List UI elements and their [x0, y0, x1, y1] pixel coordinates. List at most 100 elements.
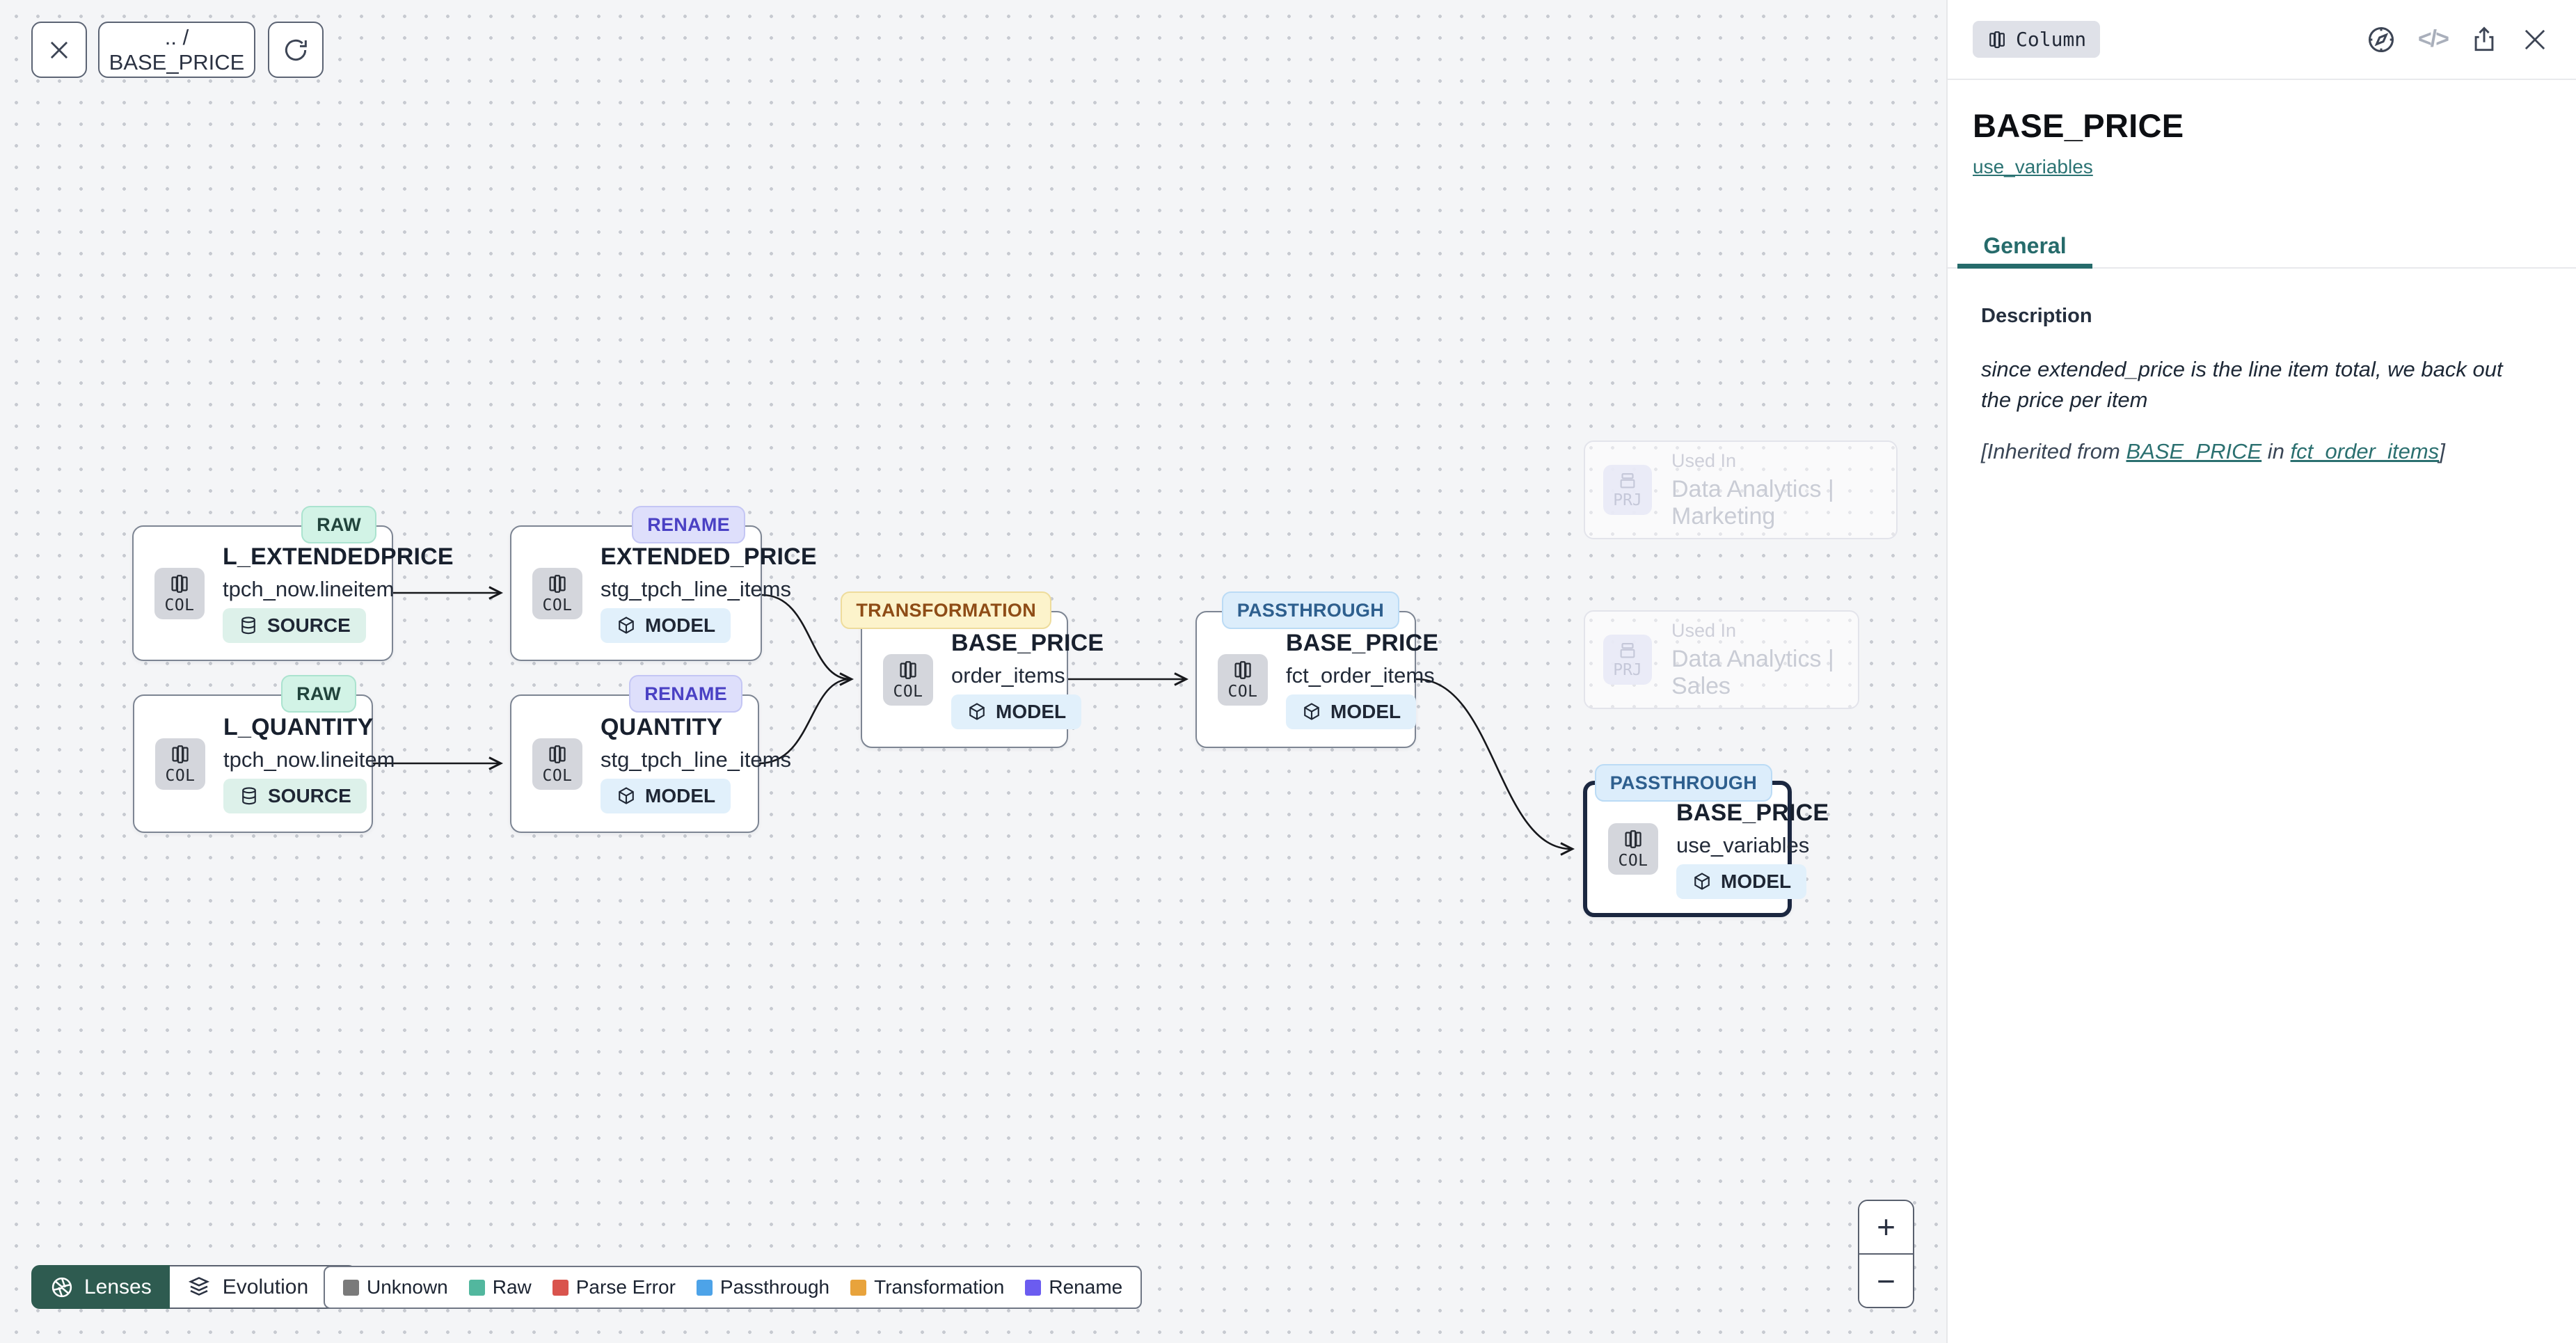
node-title: BASE_PRICE [1676, 800, 1829, 827]
zoom-controls: + − [1858, 1200, 1914, 1308]
panel-content: Description since extended_price is the … [1948, 269, 2576, 464]
chip-label: COL [1618, 852, 1648, 870]
chip-label: COL [542, 767, 572, 785]
zoom-in-button[interactable]: + [1859, 1201, 1913, 1253]
columns-icon [897, 659, 919, 681]
kind-badge: MODEL [601, 608, 731, 643]
share-icon [2469, 24, 2499, 55]
tab-general[interactable]: General [1957, 223, 2092, 269]
breadcrumb[interactable]: .. / BASE_PRICE [98, 22, 255, 78]
chip-label: COL [164, 596, 194, 614]
node-title: L_QUANTITY [223, 714, 373, 741]
zoom-out-button[interactable]: − [1859, 1255, 1913, 1307]
aperture-icon [49, 1275, 74, 1300]
legend-item: Unknown [343, 1276, 448, 1298]
panel-title: BASE_PRICE [1973, 106, 2551, 145]
columns-icon [169, 743, 191, 765]
close-icon [2520, 25, 2550, 54]
share-button[interactable] [2469, 24, 2499, 55]
close-canvas-button[interactable] [31, 22, 87, 78]
chip-label: COL [893, 683, 923, 701]
node-table: stg_tpch_line_items [601, 577, 791, 602]
chip-label: PRJ [1613, 661, 1642, 679]
chip-label: COL [1227, 683, 1257, 701]
column-chip: COL [532, 568, 582, 619]
column-chip: COL [1218, 654, 1268, 706]
ghost-name: Data Analytics | Sales [1671, 646, 1840, 700]
code-button[interactable]: </> [2418, 26, 2448, 53]
columns-icon [1622, 828, 1644, 850]
chip-label: PRJ [1613, 491, 1642, 509]
legend-swatch [1025, 1280, 1041, 1296]
description-heading: Description [1981, 305, 2534, 328]
cube-icon [1301, 701, 1322, 722]
cube-icon [616, 615, 637, 636]
node-table: stg_tpch_line_items [601, 747, 791, 772]
node-table: tpch_now.lineitem [223, 577, 394, 602]
columns-icon [168, 573, 191, 595]
inherited-model-link[interactable]: fct_order_items [2291, 439, 2440, 463]
inherited-note: [Inherited from BASE_PRICE in fct_order_… [1981, 439, 2534, 464]
minus-icon: − [1877, 1263, 1895, 1299]
node-title: BASE_PRICE [1286, 630, 1438, 657]
kind-badge: MODEL [1676, 864, 1806, 899]
description-body: since extended_price is the line item to… [1981, 354, 2534, 415]
refresh-icon [282, 36, 310, 64]
columns-icon [546, 573, 569, 595]
lineage-node-l-extendedprice[interactable]: RAW COL L_EXTENDEDPRICE tpch_now.lineite… [132, 525, 393, 661]
refresh-button[interactable] [268, 22, 324, 78]
node-table: order_items [951, 663, 1065, 688]
code-icon: </> [2418, 26, 2448, 53]
legend-swatch [552, 1280, 569, 1296]
layers-icon [186, 1275, 212, 1300]
column-chip: COL [155, 738, 205, 790]
status-badge: PASSTHROUGH [1222, 591, 1399, 629]
legend-label: Parse Error [576, 1276, 676, 1298]
node-table: use_variables [1676, 833, 1809, 858]
archive-icon [1617, 640, 1638, 661]
legend-label: Rename [1049, 1276, 1122, 1298]
project-chip: PRJ [1603, 635, 1652, 685]
kind-label: MODEL [996, 701, 1066, 723]
column-chip: COL [532, 738, 582, 790]
ghost-label: Used In [1671, 620, 1840, 642]
lineage-legend: Unknown Raw Parse Error Passthrough Tran… [324, 1266, 1142, 1309]
lenses-button[interactable]: Lenses [31, 1265, 170, 1309]
active-tab-indicator [1957, 264, 2092, 269]
panel-tabs: General [1948, 223, 2576, 269]
lineage-canvas[interactable]: .. / BASE_PRICE RAW COL L_EXTENDEDPRICE … [0, 0, 1946, 1343]
status-badge: RAW [301, 506, 376, 543]
lineage-node-base-price-order-items[interactable]: TRANSFORMATION COL BASE_PRICE order_item… [861, 611, 1068, 748]
status-badge: RENAME [632, 506, 745, 543]
kind-badge: MODEL [1286, 694, 1416, 729]
kind-badge: SOURCE [223, 608, 366, 643]
inherited-column-link[interactable]: BASE_PRICE [2126, 439, 2261, 463]
legend-item: Rename [1025, 1276, 1122, 1298]
project-chip: PRJ [1603, 465, 1652, 515]
cube-icon [1692, 871, 1712, 892]
panel-actions: </> [2365, 24, 2550, 56]
legend-item: Parse Error [552, 1276, 676, 1298]
lineage-node-base-price-fct-order-items[interactable]: PASSTHROUGH COL BASE_PRICE fct_order_ite… [1195, 611, 1416, 748]
model-link[interactable]: use_variables [1973, 156, 2093, 178]
legend-swatch [469, 1280, 485, 1296]
lineage-node-base-price-use-variables[interactable]: PASSTHROUGH COL BASE_PRICE use_variables… [1583, 781, 1792, 917]
node-title: EXTENDED_PRICE [601, 543, 817, 571]
ghost-node-used-in-sales: PRJ Used In Data Analytics | Sales [1584, 610, 1859, 709]
status-badge: RENAME [629, 675, 742, 713]
close-panel-button[interactable] [2520, 25, 2550, 54]
lineage-node-extended-price[interactable]: RENAME COL EXTENDED_PRICE stg_tpch_line_… [510, 525, 762, 661]
lineage-node-quantity[interactable]: RENAME COL QUANTITY stg_tpch_line_items … [510, 694, 759, 833]
column-chip: COL [1608, 823, 1658, 875]
columns-icon [1232, 659, 1254, 681]
breadcrumb-label: .. / BASE_PRICE [100, 25, 254, 75]
inherited-prefix: [Inherited from [1981, 439, 2126, 463]
kind-badge: MODEL [951, 694, 1081, 729]
node-title: BASE_PRICE [951, 630, 1104, 657]
kind-badge: SOURCE [223, 779, 367, 813]
lineage-node-l-quantity[interactable]: RAW COL L_QUANTITY tpch_now.lineitem SOU… [133, 694, 373, 833]
columns-icon [1987, 29, 2007, 50]
navigate-button[interactable] [2365, 24, 2397, 56]
database-icon [239, 786, 260, 806]
chip-label: COL [542, 596, 572, 614]
